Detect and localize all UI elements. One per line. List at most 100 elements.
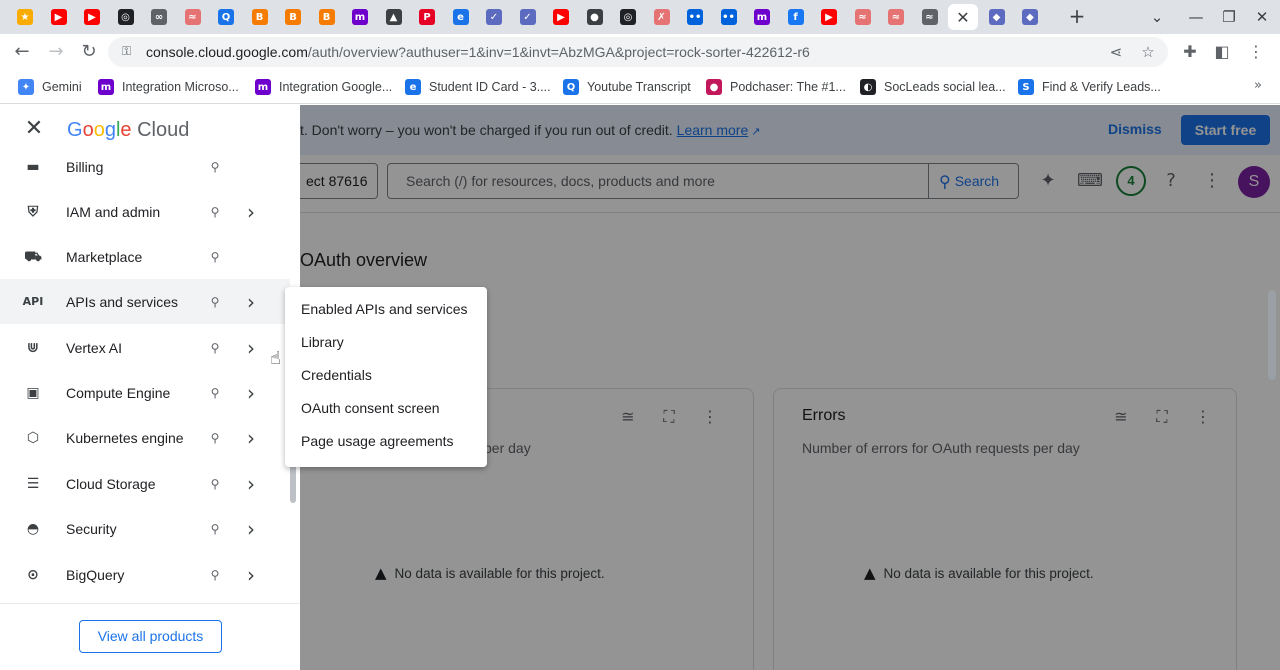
browser-tab[interactable]: B <box>312 4 342 30</box>
menu-item-enabled-apis[interactable]: Enabled APIs and services <box>285 293 487 326</box>
browser-tab[interactable]: ≈ <box>881 4 911 30</box>
generic-favicon-icon: e <box>405 79 421 95</box>
browser-tab[interactable]: ✗ <box>647 4 677 30</box>
browser-tab[interactable]: ▶ <box>44 4 74 30</box>
browser-tab[interactable]: •• <box>714 4 744 30</box>
pin-icon[interactable]: ⚲ <box>206 566 224 584</box>
site-info-icon[interactable]: ⚿ <box>122 44 138 60</box>
nav-item-marketplace[interactable]: ⛟ Marketplace ⚲ <box>0 234 290 279</box>
bookmark-item[interactable]: S Find & Verify Leads... <box>1018 78 1161 96</box>
logo-cloud-text: Cloud <box>137 119 190 141</box>
browser-tab[interactable]: ≈ <box>915 4 945 30</box>
window-close-icon[interactable]: ✕ <box>1250 6 1274 28</box>
chevron-right-icon[interactable]: › <box>242 565 260 585</box>
back-icon[interactable]: ← <box>10 40 34 64</box>
chevron-right-icon[interactable]: › <box>242 428 260 448</box>
chevron-right-icon[interactable]: › <box>242 474 260 494</box>
menu-item-page-usage-agreements[interactable]: Page usage agreements <box>285 425 487 458</box>
minimize-icon[interactable]: — <box>1184 6 1208 28</box>
address-bar[interactable]: ⚿ console.cloud.google.com/auth/overview… <box>108 37 1168 67</box>
browser-tab[interactable]: ≈ <box>178 4 208 30</box>
pin-icon[interactable]: ⚲ <box>206 339 224 357</box>
new-tab-icon[interactable]: + <box>1066 6 1088 28</box>
browser-tab[interactable]: e <box>446 4 476 30</box>
bookmark-item[interactable]: e Student ID Card - 3.... <box>405 78 551 96</box>
pin-icon[interactable]: ⚲ <box>206 158 224 176</box>
pin-icon[interactable]: ⚲ <box>206 293 224 311</box>
nav-item-compute-engine[interactable]: ▣ Compute Engine ⚲ › <box>0 370 290 415</box>
browser-tab[interactable]: ▲ <box>379 4 409 30</box>
nav-item-label: BigQuery <box>66 566 125 583</box>
chevron-right-icon[interactable]: › <box>242 519 260 539</box>
chevron-right-icon[interactable]: › <box>242 292 260 312</box>
browser-tab[interactable]: ★ <box>10 4 40 30</box>
chevron-right-icon[interactable]: › <box>242 338 260 358</box>
browser-tab[interactable]: ∞ <box>144 4 174 30</box>
close-icon[interactable]: ✕ <box>22 117 46 141</box>
page-scrollbar[interactable] <box>1268 290 1276 380</box>
bookmark-item[interactable]: ● Podchaser: The #1... <box>706 78 846 96</box>
share-icon[interactable]: ⋖ <box>1106 42 1126 62</box>
extensions-icon[interactable]: ✚ <box>1178 40 1202 64</box>
nav-item-vertex-ai[interactable]: ⋓ Vertex AI ⚲ › <box>0 325 290 370</box>
link-icon: ∞ <box>151 9 167 25</box>
bookmark-item[interactable]: ✦ Gemini <box>18 78 82 96</box>
nav-item-iam-and-admin[interactable]: ⛨ IAM and admin ⚲ › <box>0 189 290 234</box>
iam-shield-icon: ⛨ <box>27 203 39 220</box>
pin-icon[interactable]: ⚲ <box>206 203 224 221</box>
side-panel-icon[interactable]: ◧ <box>1210 40 1234 64</box>
bookmark-star-icon[interactable]: ☆ <box>1138 42 1158 62</box>
browser-tab[interactable]: ◎ <box>111 4 141 30</box>
url-text[interactable]: console.cloud.google.com/auth/overview?a… <box>146 44 810 60</box>
reload-icon[interactable]: ↻ <box>77 40 101 64</box>
browser-tab[interactable]: B <box>278 4 308 30</box>
restore-icon[interactable]: ❐ <box>1217 6 1241 28</box>
drawer-scrollbar[interactable] <box>290 465 296 503</box>
menu-kebab-icon[interactable]: ⋮ <box>1244 40 1268 64</box>
menu-item-library[interactable]: Library <box>285 326 487 359</box>
browser-tab[interactable]: ▶ <box>814 4 844 30</box>
browser-tab[interactable]: m <box>345 4 375 30</box>
menu-item-credentials[interactable]: Credentials <box>285 359 487 392</box>
nav-item-cloud-storage[interactable]: ☰ Cloud Storage ⚲ › <box>0 461 290 506</box>
nav-item-apis-and-services[interactable]: API APIs and services ⚲ › <box>0 279 290 324</box>
menu-item-oauth-consent-screen[interactable]: OAuth consent screen <box>285 392 487 425</box>
pin-icon[interactable]: ⚲ <box>206 475 224 493</box>
browser-tab[interactable]: m <box>747 4 777 30</box>
nav-item-bigquery[interactable]: ⊙ BigQuery ⚲ › <box>0 552 290 597</box>
browser-tab[interactable]: B <box>245 4 275 30</box>
browser-tab[interactable]: •• <box>680 4 710 30</box>
bookmark-item[interactable]: ◐ SocLeads social lea... <box>860 78 1006 96</box>
browser-tab[interactable]: ▶ <box>546 4 576 30</box>
bookmark-item[interactable]: Q Youtube Transcript <box>563 78 691 96</box>
browser-tab[interactable]: ▶ <box>77 4 107 30</box>
more-bookmarks-icon[interactable]: » <box>1254 78 1262 93</box>
browser-tab[interactable]: ✓ <box>513 4 543 30</box>
browser-tab[interactable]: Q <box>211 4 241 30</box>
pin-icon[interactable]: ⚲ <box>206 248 224 266</box>
browser-tab[interactable]: ◎ <box>613 4 643 30</box>
browser-tab[interactable]: ● <box>580 4 610 30</box>
nav-item-billing[interactable]: ▬ Billing ⚲ <box>0 153 290 189</box>
chevron-right-icon[interactable]: › <box>242 383 260 403</box>
nav-item-security[interactable]: ◓ Security ⚲ › <box>0 506 290 551</box>
pin-icon[interactable]: ⚲ <box>206 384 224 402</box>
browser-tab[interactable]: ◆ <box>1015 4 1045 30</box>
browser-tab[interactable]: ≈ <box>848 4 878 30</box>
chevron-right-icon[interactable]: › <box>242 202 260 222</box>
view-all-products-button[interactable]: View all products <box>79 620 222 653</box>
api-icon: API <box>22 294 44 308</box>
tab-search-chevron-icon[interactable]: ⌄ <box>1145 6 1169 28</box>
youtube-icon: ▶ <box>50 9 67 25</box>
pin-icon[interactable]: ⚲ <box>206 429 224 447</box>
browser-tab[interactable]: f <box>781 4 811 30</box>
browser-tab[interactable]: P <box>412 4 442 30</box>
pin-icon[interactable]: ⚲ <box>206 520 224 538</box>
nav-item-kubernetes-engine[interactable]: ⬡ Kubernetes engine ⚲ › <box>0 415 290 460</box>
browser-tab[interactable]: ✓ <box>479 4 509 30</box>
bookmark-item[interactable]: m Integration Google... <box>255 78 392 96</box>
browser-tab[interactable]: ◆ <box>982 4 1012 30</box>
bookmark-item[interactable]: m Integration Microso... <box>98 78 239 96</box>
forward-icon[interactable]: → <box>44 40 68 64</box>
browser-tab[interactable]: ✕ <box>948 4 978 30</box>
